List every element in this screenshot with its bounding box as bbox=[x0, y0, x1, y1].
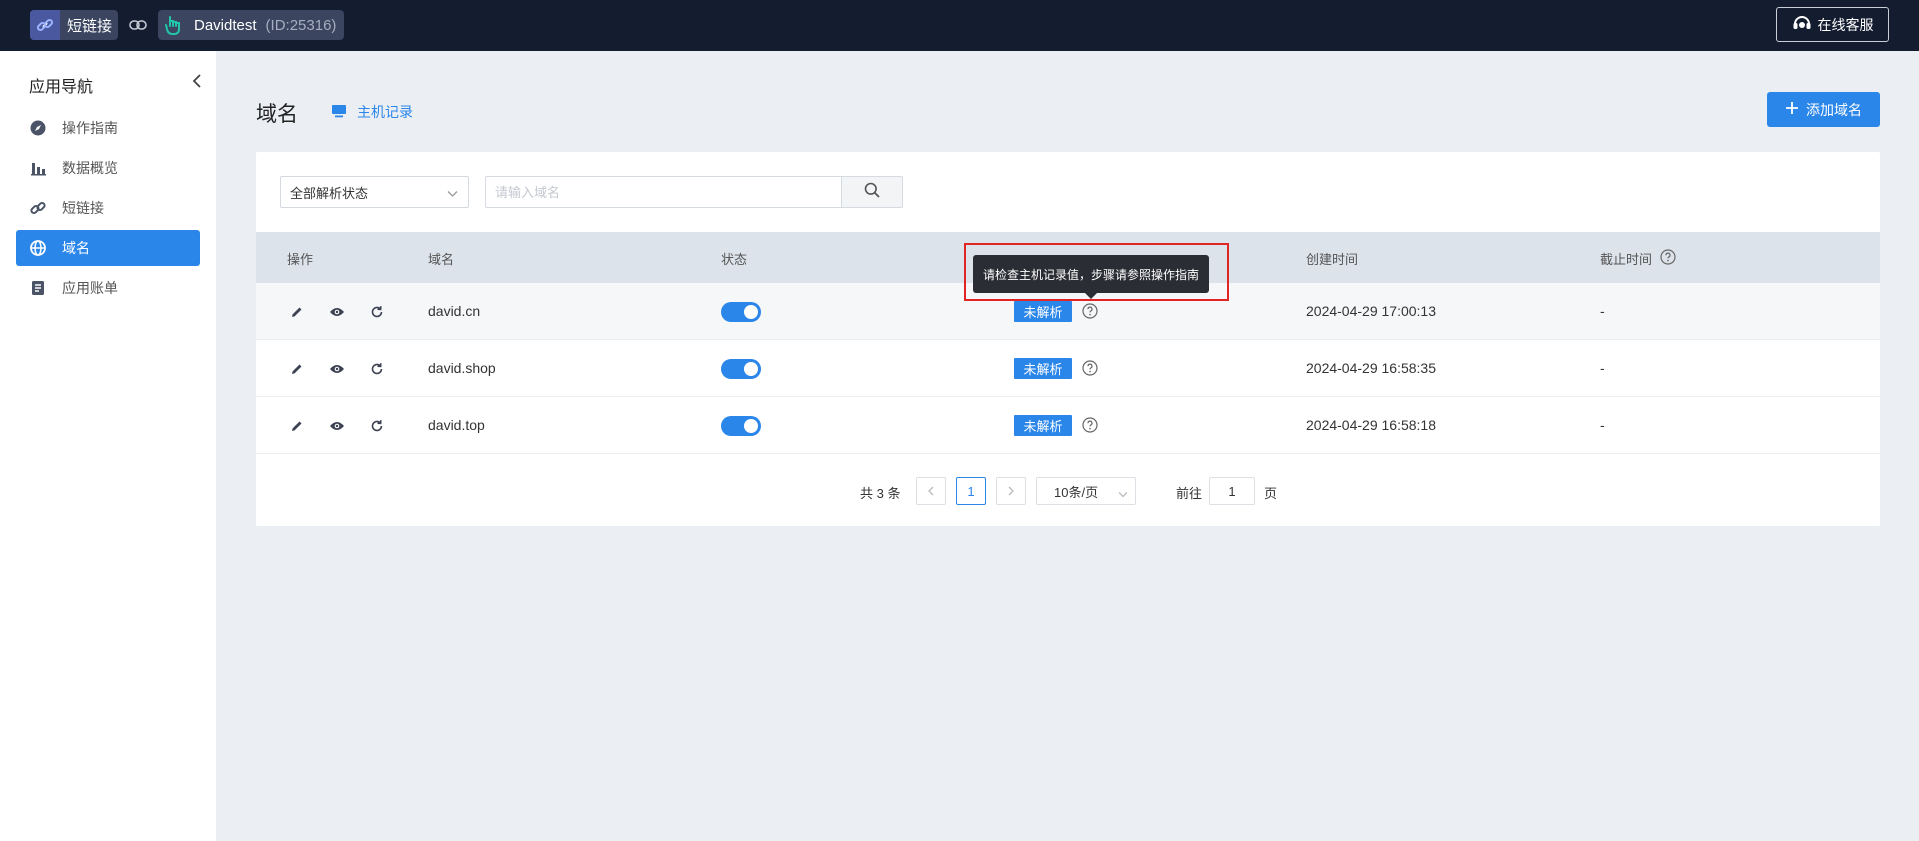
hand-pointer-icon bbox=[158, 10, 188, 40]
column-header-created: 创建时间 bbox=[1306, 252, 1359, 267]
link-icon bbox=[127, 15, 149, 35]
row-actions bbox=[288, 303, 386, 321]
column-header-actions: 操作 bbox=[287, 252, 314, 267]
chevron-down-icon bbox=[1118, 486, 1128, 501]
sidebar-item-label: 域名 bbox=[62, 240, 90, 256]
created-time: 2024-04-29 17:00:13 bbox=[1306, 303, 1436, 319]
help-circle-icon[interactable] bbox=[1082, 360, 1098, 376]
link-icon bbox=[29, 199, 47, 217]
status-toggle[interactable] bbox=[721, 302, 761, 322]
prev-page-button[interactable] bbox=[916, 477, 946, 505]
bar-chart-icon bbox=[29, 159, 47, 177]
row-actions bbox=[288, 417, 386, 435]
domain-name: david.cn bbox=[428, 303, 481, 319]
search-icon bbox=[864, 182, 880, 203]
pagination-total: 共 3 条 bbox=[860, 486, 901, 501]
app-switcher[interactable]: 短链接 bbox=[30, 10, 118, 40]
chevron-right-icon bbox=[1007, 484, 1015, 499]
add-domain-button[interactable]: 添加域名 bbox=[1767, 92, 1880, 127]
goto-page-suffix: 页 bbox=[1264, 486, 1278, 501]
resolve-status-badge: 未解析 bbox=[1014, 301, 1072, 322]
sidebar-item-label: 应用账单 bbox=[62, 280, 118, 296]
row-actions bbox=[288, 360, 386, 378]
created-time: 2024-04-29 16:58:35 bbox=[1306, 360, 1436, 376]
domain-card: 全部解析状态 操作 域名 状态 创建时间 截止时间 d bbox=[256, 152, 1880, 526]
sidebar-item-domain[interactable]: 域名 bbox=[16, 230, 200, 266]
sidebar-item-label: 短链接 bbox=[62, 200, 104, 216]
status-toggle[interactable] bbox=[721, 359, 761, 379]
host-record-link[interactable]: 主机记录 bbox=[331, 102, 413, 122]
view-eye-icon[interactable] bbox=[328, 303, 346, 321]
goto-label: 前往 bbox=[1176, 486, 1203, 501]
expiry-time: - bbox=[1600, 417, 1605, 433]
table-row: david.shop 未解析 2024-04-29 16:58:35 - bbox=[256, 340, 1880, 397]
highlight-box bbox=[964, 243, 1229, 301]
host-record-label: 主机记录 bbox=[357, 104, 413, 120]
chevron-left-icon bbox=[927, 484, 935, 499]
account-switcher[interactable]: Davidtest (ID:25316) bbox=[158, 10, 344, 40]
plus-icon bbox=[1785, 101, 1799, 118]
domain-name: david.top bbox=[428, 417, 485, 433]
resolve-status-badge: 未解析 bbox=[1014, 358, 1072, 379]
domain-name: david.shop bbox=[428, 360, 496, 376]
domain-search bbox=[485, 176, 903, 208]
sidebar-item-overview[interactable]: 数据概览 bbox=[16, 150, 200, 186]
edit-pencil-icon[interactable] bbox=[288, 417, 306, 435]
chain-link-icon bbox=[30, 10, 60, 40]
app-name: 短链接 bbox=[67, 17, 113, 35]
view-eye-icon[interactable] bbox=[328, 417, 346, 435]
refresh-icon[interactable] bbox=[368, 303, 386, 321]
view-eye-icon[interactable] bbox=[328, 360, 346, 378]
domain-search-input[interactable] bbox=[486, 177, 841, 207]
online-support-button[interactable]: 在线客服 bbox=[1776, 7, 1889, 42]
user-id: (ID:25316) bbox=[265, 16, 337, 34]
sidebar-item-label: 操作指南 bbox=[62, 120, 118, 136]
column-header-expiry: 截止时间 bbox=[1600, 249, 1676, 268]
sidebar-item-short-link[interactable]: 短链接 bbox=[16, 190, 200, 226]
sidebar-item-billing[interactable]: 应用账单 bbox=[16, 270, 200, 306]
online-support-label: 在线客服 bbox=[1817, 16, 1874, 33]
search-button[interactable] bbox=[841, 177, 902, 207]
column-header-domain: 域名 bbox=[428, 252, 455, 267]
expiry-time: - bbox=[1600, 303, 1605, 319]
help-circle-icon[interactable] bbox=[1660, 249, 1676, 268]
help-circle-icon[interactable] bbox=[1082, 417, 1098, 433]
refresh-icon[interactable] bbox=[368, 360, 386, 378]
sidebar-item-guide[interactable]: 操作指南 bbox=[16, 110, 200, 146]
edit-pencil-icon[interactable] bbox=[288, 360, 306, 378]
page-size-select[interactable]: 10条/页 bbox=[1036, 477, 1136, 505]
status-toggle[interactable] bbox=[721, 416, 761, 436]
goto-page-input[interactable]: 1 bbox=[1209, 477, 1255, 505]
refresh-icon[interactable] bbox=[368, 417, 386, 435]
column-header-expiry-label: 截止时间 bbox=[1600, 252, 1653, 267]
help-circle-icon[interactable] bbox=[1082, 303, 1098, 319]
globe-icon bbox=[29, 239, 47, 257]
top-bar: 短链接 Davidtest (ID:25316) 在线客服 bbox=[0, 0, 1919, 51]
edit-pencil-icon[interactable] bbox=[288, 303, 306, 321]
page-title: 域名 bbox=[256, 103, 298, 126]
created-time: 2024-04-29 16:58:18 bbox=[1306, 417, 1436, 433]
sidebar-title: 应用导航 bbox=[29, 79, 94, 96]
resolve-status-value: 全部解析状态 bbox=[290, 185, 369, 201]
headset-icon bbox=[1792, 14, 1812, 35]
sidebar: 应用导航 操作指南 数据概览 短链接 域名 应用账单 bbox=[0, 51, 216, 841]
monitor-icon bbox=[331, 104, 347, 121]
column-header-status: 状态 bbox=[721, 252, 748, 267]
sidebar-item-label: 数据概览 bbox=[62, 160, 118, 176]
page-number-button[interactable]: 1 bbox=[956, 477, 986, 505]
document-icon bbox=[29, 279, 47, 297]
resolve-status-badge: 未解析 bbox=[1014, 415, 1072, 436]
page-size-value: 10条/页 bbox=[1054, 484, 1099, 500]
collapse-chevron-icon[interactable] bbox=[190, 71, 204, 91]
add-domain-label: 添加域名 bbox=[1806, 101, 1862, 118]
chevron-down-icon bbox=[447, 186, 458, 201]
table-row: david.top 未解析 2024-04-29 16:58:18 - bbox=[256, 397, 1880, 454]
next-page-button[interactable] bbox=[996, 477, 1026, 505]
user-name: Davidtest bbox=[194, 16, 257, 34]
pagination: 共 3 条 1 10条/页 前往 1 页 bbox=[256, 477, 1880, 507]
expiry-time: - bbox=[1600, 360, 1605, 376]
resolve-status-select[interactable]: 全部解析状态 bbox=[280, 176, 469, 208]
compass-icon bbox=[29, 119, 47, 137]
